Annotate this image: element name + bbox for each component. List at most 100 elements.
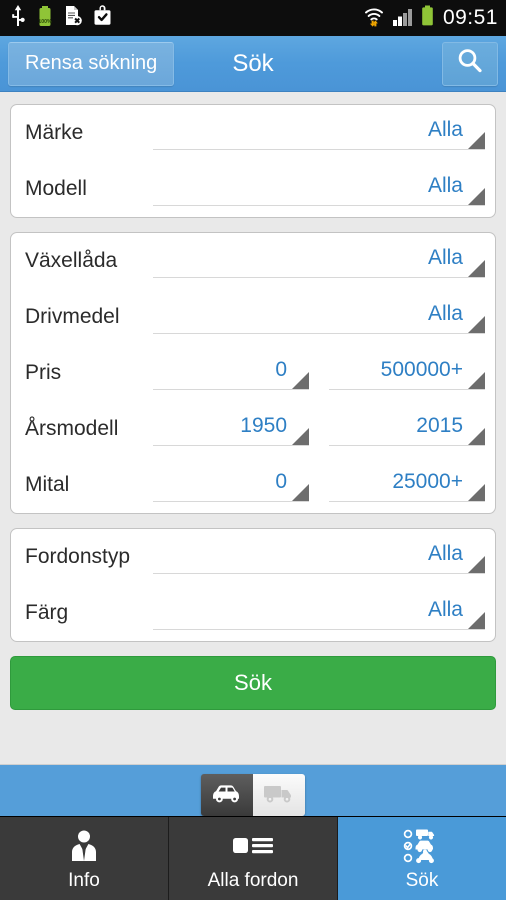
field-label: Fordonstyp <box>25 545 131 568</box>
field-row-fordonstyp[interactable]: Fordonstyp Alla <box>11 529 495 585</box>
field-spinners: Alla <box>143 161 495 217</box>
field-label: Färg <box>25 601 69 624</box>
spinner-arsmodell-min[interactable]: 1950 <box>153 401 309 457</box>
tab-label: Sök <box>405 869 439 891</box>
spinner-value: 500000+ <box>380 357 463 381</box>
field-row-farg[interactable]: Färg Alla <box>11 585 495 641</box>
status-bar-clock: 09:51 <box>442 6 498 29</box>
spinner-arsmodell-max[interactable]: 2015 <box>329 401 485 457</box>
document-error-icon <box>64 5 82 32</box>
spinner-pris-min[interactable]: 0 <box>153 345 309 401</box>
status-bar: 100% 09:51 <box>0 0 506 36</box>
clear-search-button[interactable]: Rensa sökning <box>8 41 175 86</box>
form-group-vehicle-appearance: Fordonstyp Alla Färg Alla <box>10 528 496 642</box>
spinner-vaxellada[interactable]: Alla <box>153 233 485 289</box>
spinner-drivmedel[interactable]: Alla <box>153 289 485 345</box>
spinner-fordonstyp[interactable]: Alla <box>153 529 485 585</box>
spinner-farg[interactable]: Alla <box>153 585 485 641</box>
tab-sok[interactable]: Sök <box>338 817 506 900</box>
wifi-transfer-icon <box>363 5 385 32</box>
tab-alla-fordon[interactable]: Alla fordon <box>169 817 338 900</box>
vehicle-type-toggle <box>0 764 506 816</box>
field-row-vaxellada[interactable]: Växellåda Alla <box>11 233 495 289</box>
field-row-mital[interactable]: Mital 0 25000+ <box>11 457 495 513</box>
field-label: Mital <box>25 473 70 496</box>
truck-icon <box>262 782 296 809</box>
dropdown-triangle-icon <box>468 260 485 277</box>
vehicle-toggle-truck[interactable] <box>253 774 305 816</box>
tab-info[interactable]: Info <box>0 817 169 900</box>
person-tie-icon <box>66 826 102 866</box>
field-spinners: 0 500000+ <box>143 345 495 401</box>
field-spinners: Alla <box>143 585 495 641</box>
spinner-marke[interactable]: Alla <box>153 105 485 161</box>
battery-charging-icon: 100% <box>37 5 53 32</box>
spinner-value: 0 <box>275 357 287 381</box>
dropdown-triangle-icon <box>468 612 485 629</box>
vehicle-toggle-car[interactable] <box>201 774 253 816</box>
dropdown-triangle-icon <box>292 428 309 445</box>
segmented-control <box>201 774 305 816</box>
dropdown-triangle-icon <box>292 484 309 501</box>
search-button[interactable] <box>442 41 498 86</box>
spinner-value: 25000+ <box>392 469 463 493</box>
field-label: Märke <box>25 121 84 144</box>
field-spinners: Alla <box>143 529 495 585</box>
dropdown-triangle-icon <box>468 316 485 333</box>
spinner-value: Alla <box>427 597 463 621</box>
spinner-value: 1950 <box>240 413 287 437</box>
status-bar-left-icons: 100% <box>10 4 112 32</box>
spinner-value: 2015 <box>416 413 463 437</box>
briefcase-check-icon <box>93 4 112 32</box>
signal-bars-icon <box>392 6 414 31</box>
dropdown-triangle-icon <box>468 132 485 149</box>
field-label: Årsmodell <box>25 417 119 440</box>
spinner-mital-max[interactable]: 25000+ <box>329 457 485 513</box>
search-form: Märke Alla Modell Alla Växellåda Alla Dr… <box>0 92 506 764</box>
spinner-value: Alla <box>427 117 463 141</box>
bottom-tab-bar: Info Alla fordon Sök <box>0 816 506 900</box>
field-spinners: Alla <box>143 105 495 161</box>
field-row-marke[interactable]: Märke Alla <box>11 105 495 161</box>
dropdown-triangle-icon <box>468 428 485 445</box>
field-spinners: Alla <box>143 289 495 345</box>
usb-icon <box>10 4 26 32</box>
title-bar: Rensa sökning Sök <box>0 36 506 92</box>
spinner-value: 0 <box>275 469 287 493</box>
vehicle-list-icon <box>400 826 444 866</box>
field-row-modell[interactable]: Modell Alla <box>11 161 495 217</box>
spinner-modell[interactable]: Alla <box>153 161 485 217</box>
submit-search-button[interactable]: Sök <box>10 656 496 710</box>
svg-text:100%: 100% <box>38 19 52 25</box>
field-label: Pris <box>25 361 62 384</box>
tab-label: Alla fordon <box>207 869 299 891</box>
form-group-vehicle-identity: Märke Alla Modell Alla <box>10 104 496 218</box>
spinner-value: Alla <box>427 245 463 269</box>
spinner-mital-min[interactable]: 0 <box>153 457 309 513</box>
dropdown-triangle-icon <box>468 556 485 573</box>
field-label: Modell <box>25 177 87 200</box>
field-row-drivmedel[interactable]: Drivmedel Alla <box>11 289 495 345</box>
field-row-pris[interactable]: Pris 0 500000+ <box>11 345 495 401</box>
form-group-vehicle-specs: Växellåda Alla Drivmedel Alla Pris 0 500… <box>10 232 496 514</box>
field-spinners: 0 25000+ <box>143 457 495 513</box>
spinner-pris-max[interactable]: 500000+ <box>329 345 485 401</box>
list-view-icon <box>231 826 275 866</box>
battery-icon <box>421 5 434 31</box>
app-screen: 100% 09:51 Rensa sökning Sök Märke Alla … <box>0 0 506 900</box>
spinner-value: Alla <box>427 173 463 197</box>
field-label: Växellåda <box>25 249 118 272</box>
spinner-value: Alla <box>427 541 463 565</box>
field-row-arsmodell[interactable]: Årsmodell 1950 2015 <box>11 401 495 457</box>
car-icon <box>210 782 244 809</box>
dropdown-triangle-icon <box>468 188 485 205</box>
tab-label: Info <box>68 869 100 891</box>
status-bar-right-icons: 09:51 <box>363 5 498 32</box>
field-spinners: 1950 2015 <box>143 401 495 457</box>
dropdown-triangle-icon <box>292 372 309 389</box>
field-label: Drivmedel <box>25 305 120 328</box>
magnifier-icon <box>455 46 485 81</box>
dropdown-triangle-icon <box>468 484 485 501</box>
field-spinners: Alla <box>143 233 495 289</box>
spinner-value: Alla <box>427 301 463 325</box>
